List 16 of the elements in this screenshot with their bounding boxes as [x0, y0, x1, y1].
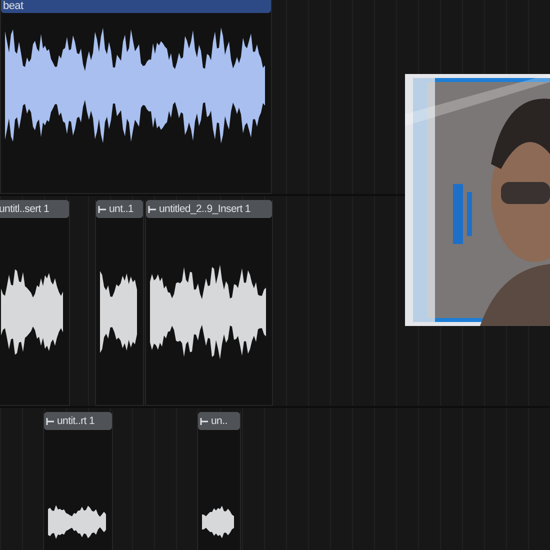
clip-name: untitled_2..9_Insert 1: [159, 204, 250, 214]
clip-start-icon: [98, 206, 107, 212]
clip-start-icon: [148, 206, 157, 212]
clip-name: untit..rt 1: [57, 416, 95, 426]
audio-clip[interactable]: unt..1: [95, 200, 144, 406]
audio-clip[interactable]: un..: [197, 412, 241, 550]
clip-name: untitl..sert 1: [0, 204, 50, 214]
clip-name: un..: [211, 416, 228, 426]
clip-name: beat: [3, 1, 24, 12]
clip-start-icon: [200, 418, 209, 424]
audio-clip[interactable]: beat: [0, 0, 272, 194]
audio-clip[interactable]: untit..rt 1: [43, 412, 113, 550]
clip-start-icon: [46, 418, 55, 424]
clip-name: unt..1: [109, 204, 134, 214]
audio-clip[interactable]: untitl..sert 1: [0, 200, 70, 406]
audio-clip[interactable]: untitled_2..9_Insert 1: [145, 200, 273, 406]
